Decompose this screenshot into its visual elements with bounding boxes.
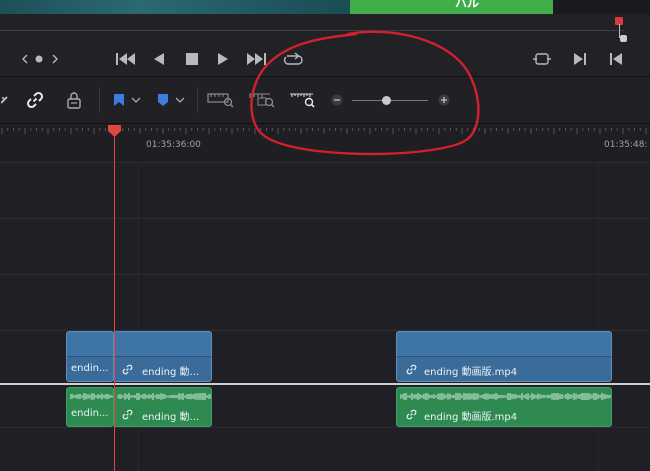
track-divider [0, 274, 650, 275]
audio-clip[interactable]: endin... [66, 387, 114, 427]
clip-name: ending 動... [142, 412, 200, 423]
clip-name: ending 動... [142, 367, 200, 378]
marker-blue-icon[interactable] [155, 77, 171, 123]
clip-name: endin... [71, 363, 109, 374]
clip-link-icon [406, 364, 417, 375]
video-clip[interactable]: ending 動... [113, 331, 212, 382]
audio-video-separator[interactable] [0, 383, 650, 385]
playhead-line[interactable] [114, 133, 115, 471]
dropdown-icon[interactable] [130, 77, 142, 123]
ruler-timecode: 01:35:48: [604, 140, 648, 150]
scrub-handle[interactable] [620, 35, 627, 42]
video-clip[interactable]: endin... [66, 331, 114, 382]
clip-name: ending 動画版.mp4 [424, 367, 518, 378]
play-reverse-icon[interactable] [150, 42, 168, 76]
audio-waveform [70, 393, 113, 400]
dropdown-icon[interactable] [174, 77, 186, 123]
skip-start-icon[interactable] [114, 42, 138, 76]
toolbar-divider [99, 87, 100, 113]
track-divider [0, 427, 650, 428]
zoom-full-icon[interactable] [206, 77, 236, 123]
clip-link-icon [406, 409, 417, 420]
clip-name: endin... [71, 408, 109, 419]
toolbar-divider [197, 87, 198, 113]
prev-clip-icon[interactable] [608, 42, 624, 76]
clip-link-icon [122, 409, 133, 420]
track-divider [0, 218, 650, 219]
audio-waveform [117, 393, 211, 400]
viewer-image-left [0, 0, 350, 14]
annotation-circle [250, 30, 480, 156]
play-icon[interactable] [214, 42, 232, 76]
flag-blue-icon[interactable] [111, 77, 127, 123]
audio-clip[interactable]: ending 動画版.mp4 [396, 387, 612, 427]
next-clip-icon[interactable] [572, 42, 588, 76]
stop-icon[interactable] [183, 42, 201, 76]
link-icon[interactable] [22, 77, 48, 123]
clip-label-bar: ending 動... [114, 356, 211, 381]
audio-clip[interactable]: ending 動... [113, 387, 212, 427]
ruler-timecode: 01:35:36:00 [146, 140, 201, 150]
position-lock-icon[interactable] [62, 77, 86, 123]
clip-label-bar: endin... [67, 356, 113, 381]
clip-name: ending 動画版.mp4 [424, 412, 518, 423]
clip-link-icon [122, 364, 133, 375]
clip-label-bar: ending 動画版.mp4 [397, 356, 611, 381]
dot-icon[interactable] [33, 42, 45, 76]
audio-waveform [400, 393, 611, 400]
playhead-handle[interactable] [107, 125, 122, 137]
blade-icon[interactable] [0, 77, 10, 123]
chevron-left-icon[interactable] [18, 42, 32, 76]
chevron-right-icon[interactable] [48, 42, 62, 76]
transform-icon[interactable] [531, 42, 553, 76]
viewer-overlay-text: ハル [455, 0, 480, 10]
video-clip[interactable]: ending 動画版.mp4 [396, 331, 612, 382]
viewer-image-right: ハル [350, 0, 553, 14]
